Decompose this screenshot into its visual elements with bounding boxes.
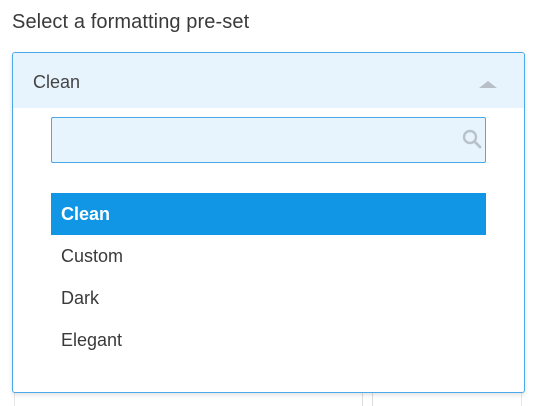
- option-elegant[interactable]: Elegant: [51, 319, 486, 361]
- option-clean[interactable]: Clean: [51, 193, 486, 235]
- search-icon: [462, 129, 482, 149]
- page: Select a formatting pre-set Clean Clean …: [0, 0, 538, 406]
- search-box: [51, 117, 486, 163]
- preset-dropdown: Clean Clean Custom Dark Elegant: [12, 52, 525, 393]
- search-input[interactable]: [52, 118, 452, 162]
- options-list: Clean Custom Dark Elegant: [51, 193, 486, 361]
- background-panel: [14, 392, 522, 406]
- option-custom[interactable]: Custom: [51, 235, 486, 277]
- dropdown-toggle[interactable]: Clean: [13, 53, 524, 108]
- field-label: Select a formatting pre-set: [12, 11, 250, 33]
- chevron-up-icon[interactable]: [479, 81, 497, 88]
- background-divider: [372, 393, 373, 406]
- option-dark[interactable]: Dark: [51, 277, 486, 319]
- background-divider: [362, 393, 363, 406]
- selected-value: Clean: [33, 72, 81, 92]
